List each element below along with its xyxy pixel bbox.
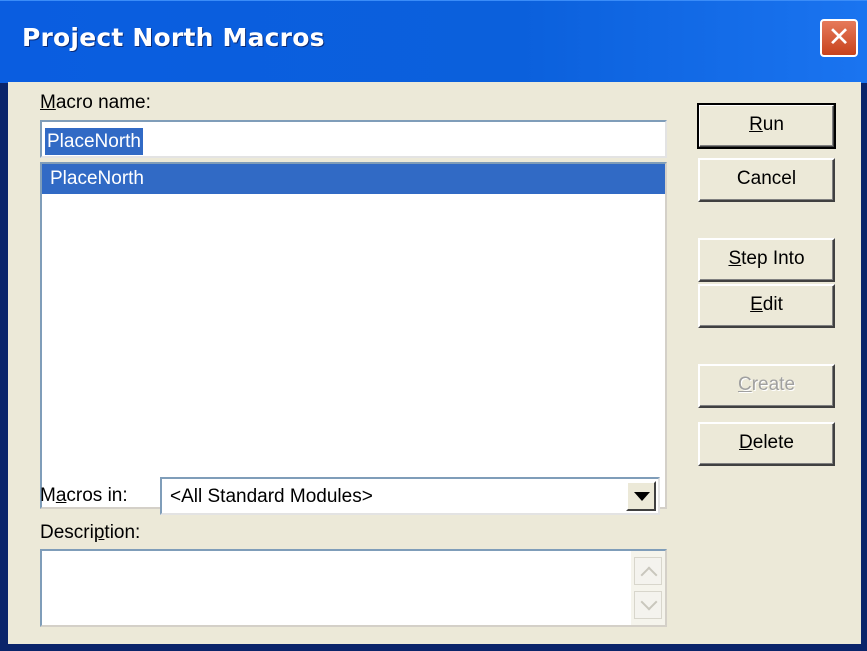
scroll-down-icon [640, 593, 658, 611]
macro-name-input[interactable]: PlaceNorth [40, 120, 667, 158]
macros-in-label: Macros in: [40, 485, 128, 506]
macros-in-value: <All Standard Modules> [170, 486, 373, 507]
scroll-up-button[interactable] [634, 557, 662, 585]
delete-button[interactable]: Delete [698, 422, 835, 466]
description-scrollbar[interactable] [631, 551, 665, 625]
create-button: Create [698, 364, 835, 408]
close-button[interactable]: ✕ [820, 19, 858, 57]
close-icon: ✕ [827, 22, 851, 53]
macro-name-value: PlaceNorth [45, 128, 143, 155]
dialog-body: Macro name: PlaceNorth PlaceNorth Macros… [8, 82, 861, 644]
edit-button[interactable]: Edit [698, 284, 835, 328]
run-button[interactable]: Run [697, 103, 836, 149]
macros-in-select[interactable]: <All Standard Modules> [160, 477, 660, 515]
title-bar[interactable]: Project North Macros ✕ [0, 0, 867, 83]
step-into-button[interactable]: Step Into [698, 238, 835, 282]
macros-dialog: Project North Macros ✕ Macro name: Place… [0, 0, 867, 651]
dropdown-button[interactable] [626, 481, 656, 511]
description-label: Description: [40, 522, 141, 543]
scroll-up-icon [640, 566, 658, 584]
macro-name-label: Macro name: [40, 92, 151, 113]
window-title: Project North Macros [22, 23, 325, 52]
chevron-down-icon [634, 492, 650, 501]
macro-list[interactable]: PlaceNorth [40, 162, 667, 509]
scroll-down-button[interactable] [634, 591, 662, 619]
description-field[interactable] [40, 549, 667, 627]
list-item[interactable]: PlaceNorth [42, 164, 665, 194]
cancel-button[interactable]: Cancel [698, 158, 835, 202]
